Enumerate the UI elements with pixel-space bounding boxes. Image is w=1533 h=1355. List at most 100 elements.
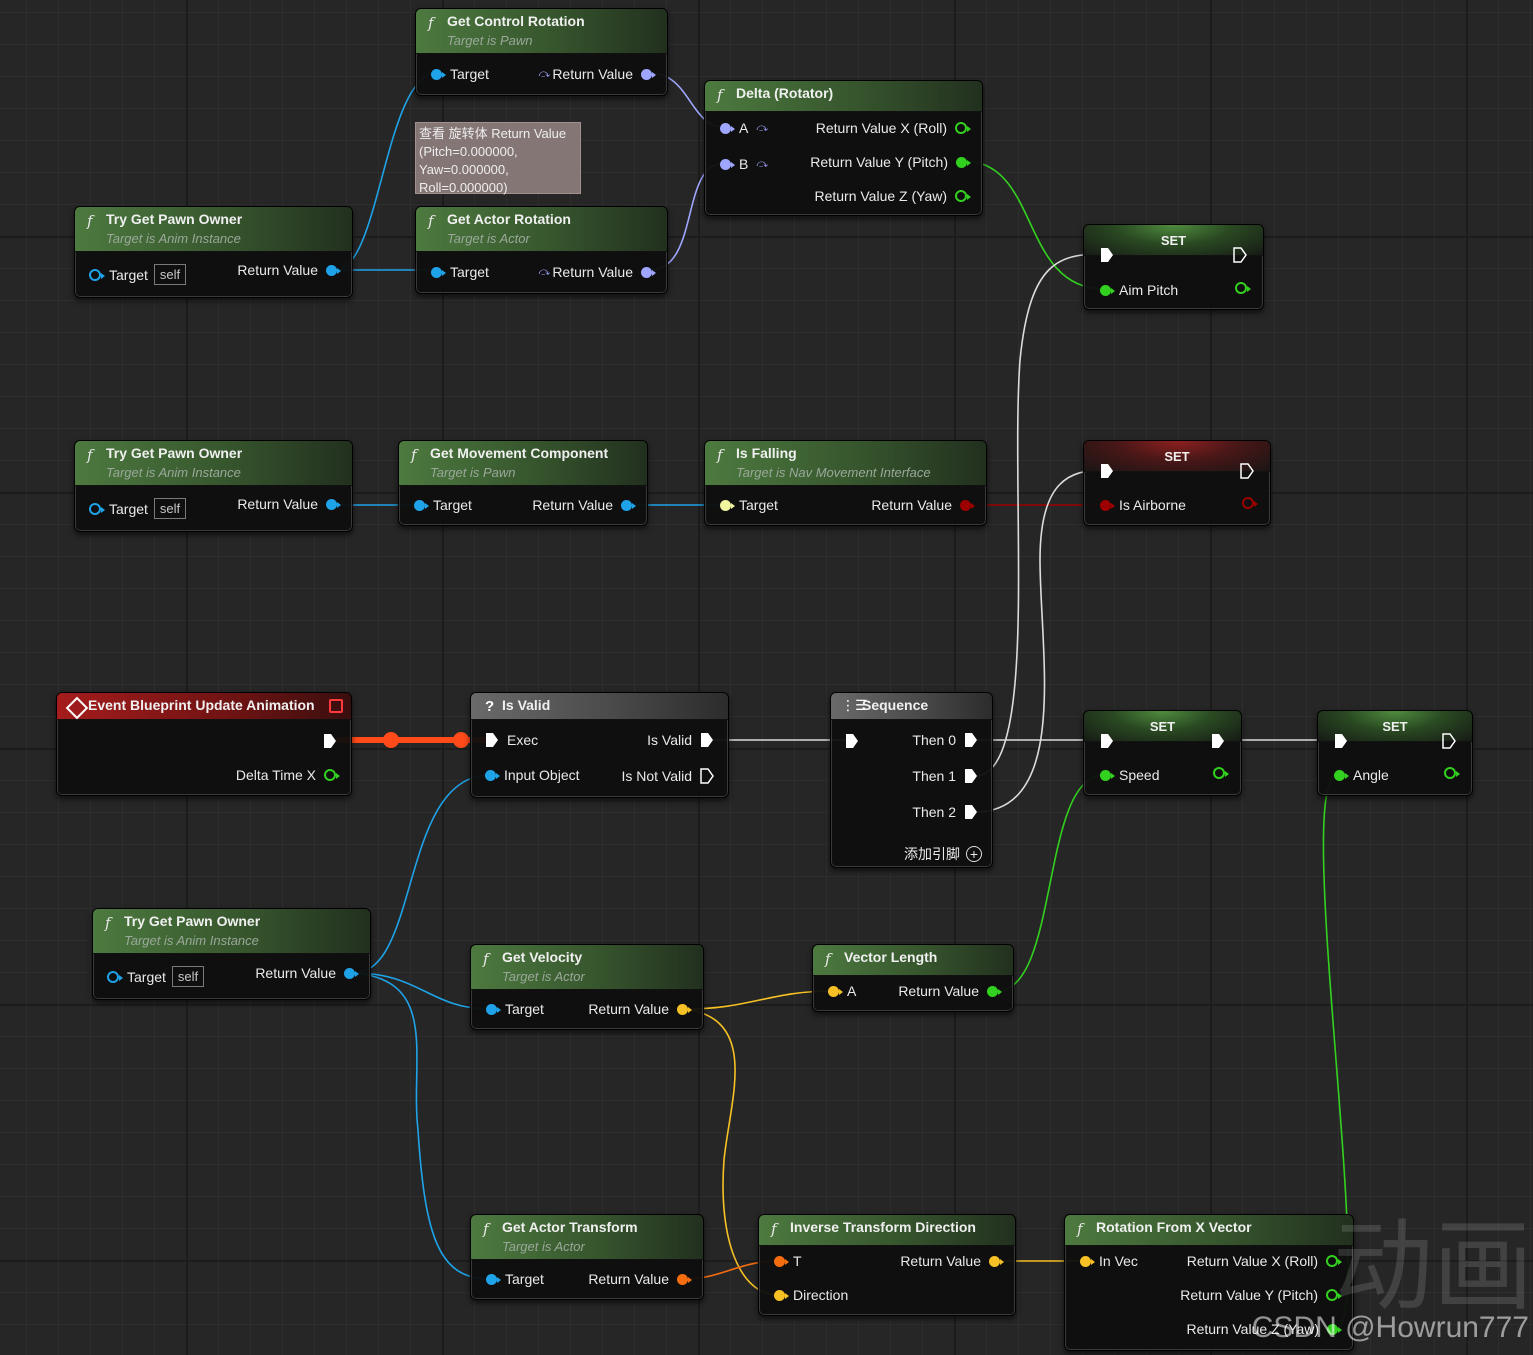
node-vector-length[interactable]: f Vector Length A Return Value bbox=[812, 944, 1014, 1012]
node-get-velocity[interactable]: f Get Velocity Target is Actor Target Re… bbox=[470, 944, 704, 1030]
return-value-x-pin[interactable]: Return Value X (Roll) bbox=[815, 120, 971, 136]
node-subtitle: Target is Actor bbox=[502, 969, 585, 984]
node-header: ? Is Valid bbox=[471, 693, 728, 720]
rotator-pin-icon bbox=[720, 122, 735, 134]
object-pin-icon bbox=[486, 1003, 501, 1015]
exec-pin-icon bbox=[965, 769, 977, 783]
speed-out-pin[interactable] bbox=[1213, 767, 1229, 779]
node-get-control-rotation[interactable]: f Get Control Rotation Target is Pawn Ta… bbox=[415, 8, 668, 96]
then-1-pin[interactable]: Then 1 bbox=[912, 768, 978, 784]
node-is-valid[interactable]: ? Is Valid Exec Input Object Is Valid Is… bbox=[470, 692, 729, 798]
exec-out-pin[interactable] bbox=[1211, 733, 1225, 749]
node-header: f Try Get Pawn Owner Target is Anim Inst… bbox=[75, 207, 352, 252]
delegate-icon[interactable] bbox=[329, 699, 343, 713]
node-try-get-pawn-owner[interactable]: f Try Get Pawn Owner Target is Anim Inst… bbox=[74, 206, 353, 298]
pin-label: Return Value X (Roll) bbox=[815, 120, 947, 136]
self-field[interactable]: self bbox=[171, 966, 205, 987]
exec-in-pin[interactable] bbox=[1100, 247, 1114, 263]
node-is-falling[interactable]: f Is Falling Target is Nav Movement Inte… bbox=[704, 440, 987, 526]
is-airborne-out-pin[interactable] bbox=[1242, 497, 1258, 509]
target-pin[interactable]: Target self bbox=[107, 966, 205, 987]
aim-pitch-in-pin[interactable]: Aim Pitch bbox=[1100, 282, 1178, 298]
return-value-pin[interactable]: Return Value bbox=[898, 983, 1002, 999]
direction-pin[interactable]: Direction bbox=[774, 1287, 848, 1303]
return-value-pin[interactable]: Return Value bbox=[532, 497, 636, 513]
target-pin[interactable]: Target bbox=[720, 497, 778, 513]
target-pin[interactable]: Target self bbox=[89, 264, 187, 285]
node-get-actor-transform[interactable]: f Get Actor Transform Target is Actor Ta… bbox=[470, 1214, 704, 1300]
aim-pitch-out-pin[interactable] bbox=[1235, 282, 1251, 294]
exec-in-pin[interactable] bbox=[1100, 733, 1114, 749]
node-sequence[interactable]: ⋮☰ Sequence Then 0 Then 1 Then 2 添加引脚 + bbox=[830, 692, 993, 868]
add-icon: + bbox=[966, 846, 982, 862]
a-pin[interactable]: A ⤼ bbox=[720, 120, 768, 136]
t-pin[interactable]: T bbox=[774, 1253, 802, 1269]
then-0-pin[interactable]: Then 0 bbox=[912, 732, 978, 748]
node-get-movement-component[interactable]: f Get Movement Component Target is Pawn … bbox=[398, 440, 648, 526]
return-value-pin[interactable]: Return Value bbox=[588, 1001, 692, 1017]
node-try-get-pawn-owner[interactable]: f Try Get Pawn Owner Target is Anim Inst… bbox=[92, 908, 371, 1000]
exec-out-pin[interactable] bbox=[1240, 463, 1254, 479]
transform-pin-icon bbox=[774, 1255, 789, 1267]
node-title: SET bbox=[1149, 719, 1176, 734]
angle-in-pin[interactable]: Angle bbox=[1334, 767, 1389, 783]
angle-out-pin[interactable] bbox=[1444, 767, 1460, 779]
then-2-pin[interactable]: Then 2 bbox=[912, 804, 978, 820]
return-value-pin[interactable]: Return Value bbox=[871, 497, 975, 513]
target-pin[interactable]: Target bbox=[414, 497, 472, 513]
is-airborne-in-pin[interactable]: Is Airborne bbox=[1100, 497, 1186, 513]
return-value-pin[interactable]: Return Value bbox=[588, 1271, 692, 1287]
input-object-pin[interactable]: Input Object bbox=[485, 767, 580, 783]
b-pin[interactable]: B ⤼ bbox=[720, 156, 768, 172]
node-set-is-airborne[interactable]: SET Is Airborne bbox=[1083, 440, 1271, 526]
object-pin-icon bbox=[621, 499, 636, 511]
node-set-aim-pitch[interactable]: SET Aim Pitch bbox=[1083, 224, 1264, 310]
object-pin-icon bbox=[431, 68, 446, 80]
exec-out-pin[interactable] bbox=[1442, 733, 1456, 749]
exec-out-pin[interactable] bbox=[323, 733, 337, 749]
return-value-pin[interactable]: Return Value bbox=[255, 965, 359, 981]
node-try-get-pawn-owner[interactable]: f Try Get Pawn Owner Target is Anim Inst… bbox=[74, 440, 353, 532]
node-set-angle[interactable]: SET Angle bbox=[1317, 710, 1473, 796]
pin-label: Target bbox=[127, 968, 166, 985]
float-pin-icon bbox=[324, 769, 340, 781]
a-pin[interactable]: A bbox=[828, 983, 856, 999]
delta-time-pin[interactable]: Delta Time X bbox=[236, 767, 340, 783]
return-value-pin[interactable]: Return Value bbox=[237, 262, 341, 278]
node-get-actor-rotation[interactable]: f Get Actor Rotation Target is Actor Tar… bbox=[415, 206, 668, 294]
target-pin[interactable]: Target bbox=[486, 1271, 544, 1287]
node-inverse-transform-direction[interactable]: f Inverse Transform Direction T Directio… bbox=[758, 1214, 1016, 1316]
return-value-pin[interactable]: Return Value bbox=[900, 1253, 1004, 1269]
exec-in-pin[interactable]: Exec bbox=[485, 732, 538, 748]
return-value-pin[interactable]: ⤼ Return Value bbox=[539, 264, 656, 280]
float-pin-icon bbox=[955, 122, 971, 134]
exec-out-pin[interactable] bbox=[1233, 247, 1247, 263]
pin-label: Angle bbox=[1353, 767, 1389, 783]
interface-pin-icon bbox=[720, 499, 735, 511]
exec-in-pin[interactable] bbox=[845, 733, 859, 749]
target-pin[interactable]: Target bbox=[431, 264, 489, 280]
return-value-y-pin[interactable]: Return Value Y (Pitch) bbox=[1180, 1287, 1342, 1303]
node-set-speed[interactable]: SET Speed bbox=[1083, 710, 1242, 796]
self-field[interactable]: self bbox=[153, 264, 187, 285]
function-icon: f bbox=[411, 446, 417, 464]
is-not-valid-out-pin[interactable]: Is Not Valid bbox=[621, 768, 714, 784]
return-value-y-pin[interactable]: Return Value Y (Pitch) bbox=[810, 154, 971, 170]
self-field[interactable]: self bbox=[153, 498, 187, 519]
return-value-x-pin[interactable]: Return Value X (Roll) bbox=[1187, 1253, 1342, 1269]
return-value-pin[interactable]: Return Value bbox=[237, 496, 341, 512]
node-delta-rotator[interactable]: f Delta (Rotator) A ⤼ B ⤼ Return Value X… bbox=[704, 80, 983, 216]
exec-in-pin[interactable] bbox=[1100, 463, 1114, 479]
node-event-blueprint-update-animation[interactable]: Event Blueprint Update Animation Delta T… bbox=[56, 692, 352, 796]
wire-reroute-knob-2 bbox=[453, 732, 469, 748]
exec-in-pin[interactable] bbox=[1334, 733, 1348, 749]
is-valid-out-pin[interactable]: Is Valid bbox=[647, 732, 714, 748]
return-value-pin[interactable]: ⤼ Return Value bbox=[539, 66, 656, 82]
target-pin[interactable]: Target bbox=[431, 66, 489, 82]
add-pin-button[interactable]: 添加引脚 + bbox=[904, 844, 982, 864]
return-value-z-pin[interactable]: Return Value Z (Yaw) bbox=[814, 188, 971, 204]
in-vec-pin[interactable]: In Vec bbox=[1080, 1253, 1138, 1269]
speed-in-pin[interactable]: Speed bbox=[1100, 767, 1159, 783]
target-pin[interactable]: Target self bbox=[89, 498, 187, 519]
target-pin[interactable]: Target bbox=[486, 1001, 544, 1017]
